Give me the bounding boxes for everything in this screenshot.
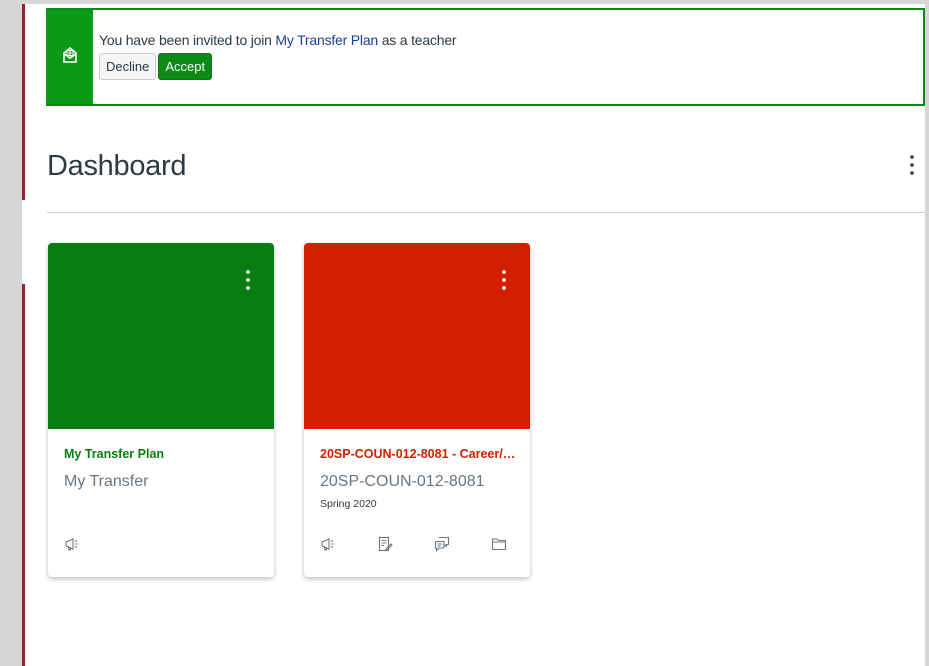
card-action-assignments[interactable] [377,533,434,555]
kebab-menu-icon [501,269,507,296]
assignments-icon [377,536,393,552]
dashboard-options-button[interactable] [904,152,920,182]
course-link[interactable]: My Transfer Plan [275,32,378,48]
course-card-title[interactable]: 20SP-COUN-012-8081 - Career/Life Plannin… [320,447,516,461]
accept-button[interactable]: Accept [158,53,213,80]
course-card-title[interactable]: My Transfer Plan [64,447,260,461]
window-frame-top [22,0,925,4]
invitation-message: You have been invited to join My Transfe… [99,32,457,48]
kebab-menu-icon [245,269,251,296]
invitation-banner: You have been invited to join My Transfe… [46,8,925,106]
invitation-text: as a teacher [378,32,457,48]
card-options-button[interactable] [496,267,512,297]
course-card-hero[interactable] [304,243,530,429]
card-action-announcements[interactable] [320,533,377,555]
window-frame-right [925,0,929,666]
page-title: Dashboard [47,150,187,182]
announcements-icon [320,536,336,552]
frame-accent-line [22,284,25,666]
window-frame-left [0,0,22,666]
card-action-discussions[interactable] [434,533,491,555]
card-options-button[interactable] [240,267,256,297]
course-card[interactable]: My Transfer Plan My Transfer [48,243,274,577]
header-divider [47,212,925,213]
course-card-subtitle: My Transfer [64,473,149,490]
course-card[interactable]: 20SP-COUN-012-8081 - Career/Life Plannin… [304,243,530,577]
card-action-files[interactable] [491,533,530,555]
course-card-hero[interactable] [48,243,274,429]
frame-accent-line [22,0,25,200]
invitation-text: You have been invited to join [99,32,276,48]
decline-button[interactable]: Decline [99,53,157,80]
files-icon [491,536,507,552]
banner-icon-area [46,10,93,104]
discussions-icon [434,536,450,552]
card-action-announcements[interactable] [64,533,121,555]
announcements-icon [64,536,80,552]
course-card-subtitle: 20SP-COUN-012-8081 [320,473,485,490]
course-card-term: Spring 2020 [320,498,377,510]
kebab-menu-icon [909,154,915,181]
envelope-invite-icon [61,46,79,69]
